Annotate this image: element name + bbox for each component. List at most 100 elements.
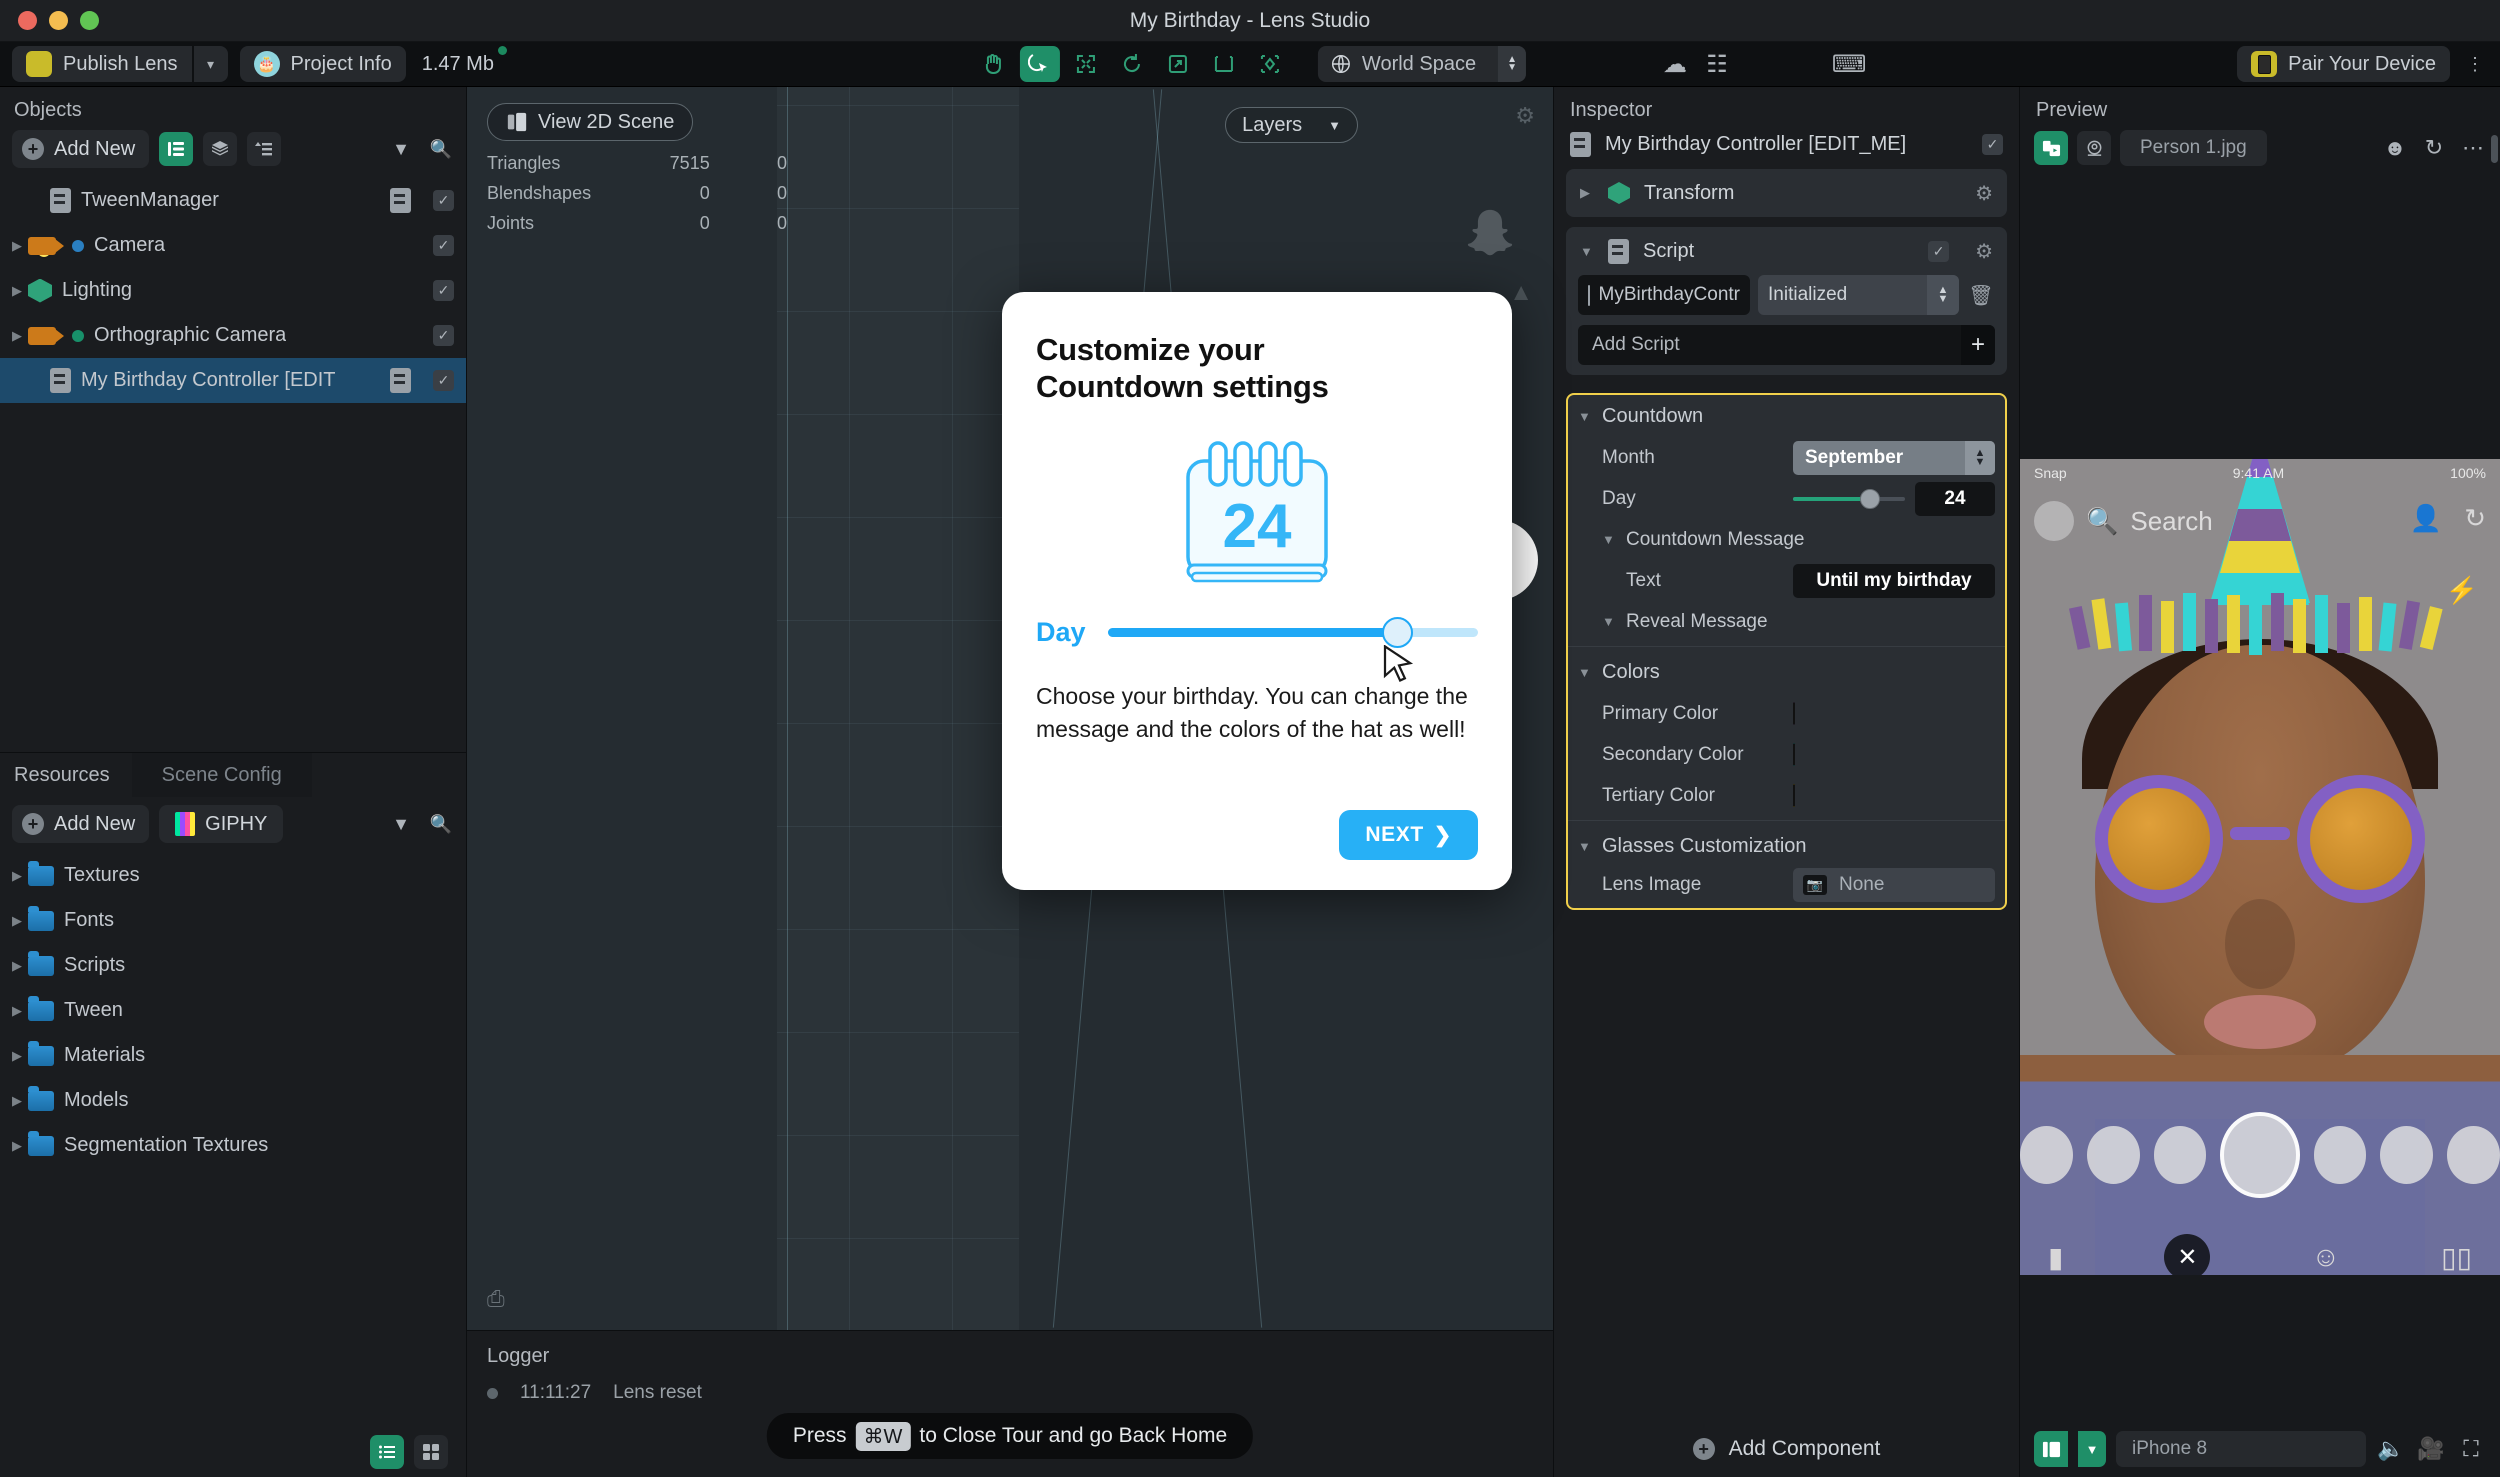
object-enabled-checkbox[interactable]: ✓ [433,235,454,256]
gear-icon[interactable]: ⚙ [1975,181,1993,206]
preview-device-screen[interactable]: Snap 9:41 AM 100% 🔍 Search 👤 ↻ ⚡ ▮ ✕ ☺ ▯… [2020,459,2500,1275]
add-friend-icon[interactable]: 👤 [2410,503,2442,534]
collapse-arrow-icon[interactable]: ▼ [1578,839,1592,854]
device-selector[interactable]: iPhone 8 [2116,1431,2366,1467]
layers-view-icon[interactable] [203,132,238,166]
add-script-field[interactable]: Add Script + [1578,325,1995,365]
select-tool-icon[interactable] [1019,46,1060,82]
countdown-message-group[interactable]: ▼ Countdown Message [1568,519,2005,560]
rect-tool-icon[interactable] [1204,46,1244,82]
script-state-dropdown[interactable]: Initialized ▲ ▼ [1758,275,1959,315]
audio-icon[interactable]: 🔈 [2376,1434,2406,1464]
collapse-arrow-icon[interactable]: ▼ [1580,244,1594,259]
search-icon[interactable]: 🔍 [426,809,456,839]
gear-icon[interactable]: ⚙ [1975,239,1993,264]
filter-icon[interactable]: ▼ [386,809,416,839]
expand-arrow-icon[interactable]: ▶ [6,238,28,254]
resource-row[interactable]: ▶ Scripts [0,943,466,988]
publish-lens-button[interactable]: Publish Lens [12,46,192,259]
object-row-camera[interactable]: ▶ Camera ✓ [0,223,466,268]
resource-row[interactable]: ▶ Fonts [0,898,466,943]
lens-thumb[interactable] [2153,1126,2207,1184]
more-options-icon[interactable]: ⋮ [2460,49,2490,79]
space-stepper-icon[interactable]: ▲ ▼ [1498,46,1527,82]
countdown-text-input[interactable]: Until my birthday [1793,563,1995,598]
face-swap-icon[interactable]: ☻ [2380,133,2410,163]
preview-file-selector[interactable]: Person 1.jpg [2120,130,2267,166]
primary-color-swatch[interactable] [1793,701,1795,725]
flip-camera-icon[interactable]: ↻ [2464,503,2486,534]
expand-arrow-icon[interactable]: ▶ [6,958,28,974]
add-script-plus-icon[interactable]: + [1961,325,1995,365]
object-row-orthographic-camera[interactable]: ▶ Orthographic Camera ✓ [0,313,466,358]
flash-off-icon[interactable]: ⚡ [2446,575,2478,606]
delete-script-trash-icon[interactable]: 🗑 [1967,283,1995,308]
colors-group-header[interactable]: ▼ Colors [1568,651,2005,693]
reveal-message-group[interactable]: ▼ Reveal Message [1568,601,2005,642]
lens-carousel[interactable] [2020,1107,2500,1203]
search-icon[interactable]: 🔍 [426,134,456,164]
scale-tool-icon[interactable] [1158,46,1198,82]
secondary-color-swatch[interactable] [1793,742,1795,766]
day-number-input[interactable]: 24 [1915,481,1995,516]
avatar[interactable] [2034,501,2074,541]
preview-scrollbar[interactable] [2491,135,2498,163]
collapse-arrow-icon[interactable]: ▼ [1602,532,1616,547]
lens-thumb[interactable] [2447,1126,2500,1184]
sort-list-icon[interactable] [247,132,282,166]
expand-arrow-icon[interactable]: ▶ [6,1048,28,1064]
object-row-my-birthday-controller[interactable]: My Birthday Controller [EDIT ✓ [0,358,466,403]
lens-thumb[interactable] [2380,1126,2434,1184]
panel-layout-icon[interactable]: ⌨ [1832,49,1867,79]
script-asset-field[interactable]: MyBirthdayContr [1578,275,1750,315]
publish-lens-group[interactable]: Publish Lens ▾ [12,46,228,259]
move-tool-icon[interactable] [1066,46,1106,82]
filter-icon[interactable]: ▼ [386,134,416,164]
glasses-group-header[interactable]: ▼ Glasses Customization [1568,825,2005,867]
pair-your-device-button[interactable]: Pair Your Device [2237,46,2450,82]
resource-row[interactable]: ▶ Tween [0,988,466,1033]
crop-icon[interactable]: ⛶ [2456,1434,2486,1464]
preview-more-icon[interactable]: ⋯ [2458,133,2488,163]
scene-viewport[interactable]: View 2D Scene Triangles 7515 0 Blendshapes… [467,87,1553,1330]
resource-row[interactable]: ▶ Models [0,1078,466,1123]
expand-arrow-icon[interactable]: ▶ [6,1093,28,1109]
expand-arrow-icon[interactable]: ▶ [6,1003,28,1019]
day-slider[interactable] [1793,482,1905,516]
collapse-arrow-icon[interactable]: ▼ [1578,409,1592,424]
device-chevron-down-icon[interactable]: ▼ [2078,1431,2106,1467]
giphy-button[interactable]: GIPHY [159,805,284,843]
resource-row[interactable]: ▶ Segmentation Textures [0,1123,466,1168]
close-lens-icon[interactable]: ✕ [2164,1234,2211,1275]
lens-thumb[interactable] [2313,1126,2367,1184]
collapse-arrow-icon[interactable]: ▼ [1602,614,1616,629]
tertiary-color-swatch[interactable] [1793,783,1795,807]
objects-add-new-button[interactable]: + Add New [12,130,150,168]
object-enabled-checkbox[interactable]: ✓ [433,190,454,211]
object-enabled-checkbox[interactable]: ✓ [433,325,454,346]
tab-resources[interactable]: Resources [0,752,132,797]
hierarchy-view-icon[interactable] [159,132,194,166]
lens-cloud-icon[interactable]: ☁ [1660,49,1690,79]
expand-arrow-icon[interactable]: ▶ [6,328,28,344]
record-video-icon[interactable]: 🎥 [2416,1434,2446,1464]
object-enabled-checkbox[interactable]: ✓ [1982,134,2003,155]
lens-image-field[interactable]: 📷 None [1793,867,1995,902]
reset-preview-icon[interactable]: ↻ [2419,133,2449,163]
pivot-tool-icon[interactable] [1250,46,1290,82]
add-component-button[interactable]: + Add Component [1554,1421,2019,1477]
lens-thumb[interactable] [2020,1126,2073,1184]
hand-tool-icon[interactable] [974,46,1014,82]
viewport-screenshot-icon[interactable]: ⎙ [487,1286,505,1312]
grid-view-icon[interactable] [414,1435,448,1469]
expand-arrow-icon[interactable]: ▶ [1580,185,1594,201]
expand-arrow-icon[interactable]: ▶ [6,1138,28,1154]
capture-button[interactable] [2220,1112,2300,1198]
rotate-tool-icon[interactable] [1112,46,1152,82]
object-row-tweenmanager[interactable]: TweenManager ✓ [0,178,466,223]
tab-scene-config[interactable]: Scene Config [131,753,312,797]
asset-library-icon[interactable]: ☷ [1702,49,1732,79]
stepper-icon[interactable]: ▲ ▼ [1965,440,1995,475]
list-view-icon[interactable] [370,1435,404,1469]
chat-icon[interactable]: ▮ [2048,1241,2063,1274]
